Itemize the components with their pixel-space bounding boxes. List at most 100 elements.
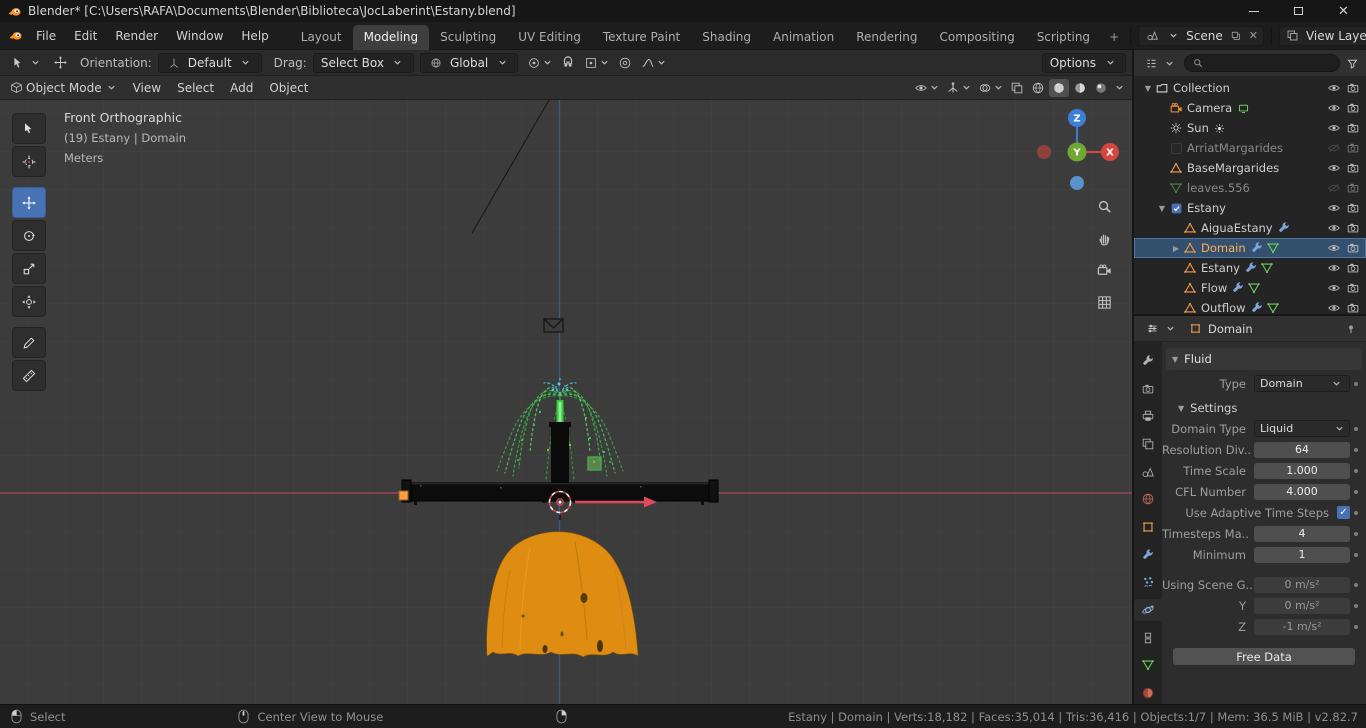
add-workspace-button[interactable]: + <box>1101 25 1127 50</box>
drag-dropdown[interactable]: Select Box <box>312 52 414 73</box>
xray-toggle[interactable] <box>1007 79 1027 97</box>
3d-viewport[interactable]: Front Orthographic (19) Estany | Domain … <box>0 100 1132 704</box>
camera-render-icon[interactable] <box>1345 200 1361 216</box>
navigation-gizmo[interactable]: Z Y X <box>1030 106 1126 202</box>
outliner-editor-dropdown[interactable] <box>1140 53 1180 73</box>
use-adaptive-time-steps-checkbox[interactable]: ✓ <box>1337 506 1350 519</box>
eye-icon[interactable] <box>1326 160 1342 176</box>
animate-dot[interactable] <box>1350 427 1362 431</box>
mode-dropdown[interactable]: Object Mode <box>5 78 123 98</box>
properties-tab-tool[interactable] <box>1135 350 1161 372</box>
properties-tab-modifiers[interactable] <box>1135 544 1161 566</box>
camera-render-icon[interactable] <box>1345 160 1361 176</box>
shading-material-toggle[interactable] <box>1070 79 1090 97</box>
viewport-menu-view[interactable]: View <box>125 78 169 98</box>
workspace-tab-texture-paint[interactable]: Texture Paint <box>592 25 691 50</box>
eye-icon[interactable] <box>1326 200 1342 216</box>
animate-dot[interactable] <box>1350 532 1362 536</box>
outliner-row-sun[interactable]: Sun <box>1134 118 1366 138</box>
animate-dot[interactable] <box>1350 583 1362 587</box>
transform-space-dropdown[interactable]: Global <box>419 52 519 73</box>
shading-rendered-toggle[interactable] <box>1091 79 1111 97</box>
snap-magnet-button[interactable] <box>558 54 578 72</box>
checkbox-checked-icon[interactable] <box>1168 200 1184 216</box>
camera-view-button[interactable] <box>1090 256 1118 284</box>
animate-dot[interactable] <box>1350 469 1362 473</box>
workspace-tab-sculpting[interactable]: Sculpting <box>429 25 507 50</box>
properties-tab-object-data[interactable] <box>1135 655 1161 677</box>
resolution-div-field[interactable]: 64 <box>1254 441 1350 458</box>
visibility-toggle[interactable] <box>911 79 942 97</box>
tool-scale-button[interactable] <box>12 253 46 284</box>
tool-cursor-button[interactable] <box>12 146 46 177</box>
minimize-button[interactable] <box>1231 0 1276 22</box>
properties-tab-material[interactable] <box>1135 682 1161 704</box>
properties-tab-render[interactable] <box>1135 378 1161 400</box>
selection-handle[interactable] <box>398 490 409 501</box>
fountain-pedestal[interactable] <box>551 424 569 486</box>
workspace-tab-scripting[interactable]: Scripting <box>1026 25 1101 50</box>
zoom-button[interactable] <box>1090 192 1118 220</box>
editor-type-dropdown[interactable] <box>6 53 46 73</box>
eye-icon[interactable] <box>1326 80 1342 96</box>
outliner-row-domain[interactable]: ▶ Domain <box>1134 238 1366 258</box>
properties-tab-scene[interactable] <box>1135 461 1161 483</box>
workspace-tab-animation[interactable]: Animation <box>762 25 845 50</box>
outliner-row-flow[interactable]: Flow <box>1134 278 1366 298</box>
eye-icon[interactable] <box>1326 280 1342 296</box>
free-data-button[interactable]: Free Data <box>1172 647 1356 666</box>
workspace-tab-rendering[interactable]: Rendering <box>845 25 928 50</box>
animate-dot[interactable] <box>1350 625 1362 629</box>
disclosure-icon[interactable]: ▼ <box>1142 84 1154 93</box>
outliner-row-basemargarides[interactable]: BaseMargarides <box>1134 158 1366 178</box>
maximize-button[interactable] <box>1276 0 1321 22</box>
menu-render[interactable]: Render <box>106 25 167 47</box>
disclosure-icon[interactable]: ▶ <box>1170 244 1182 253</box>
animate-dot[interactable] <box>1350 604 1362 608</box>
filter-icon[interactable] <box>1344 55 1360 71</box>
workspace-tab-modeling[interactable]: Modeling <box>352 24 430 50</box>
eye-icon[interactable] <box>1326 120 1342 136</box>
eye-icon[interactable] <box>1326 240 1342 256</box>
eye-off-icon[interactable] <box>1326 140 1342 156</box>
camera-render-icon[interactable] <box>1345 300 1361 314</box>
properties-tab-view-layer[interactable] <box>1135 433 1161 455</box>
camera-object-glyph[interactable] <box>543 318 564 333</box>
outliner-row-aiguaestany[interactable]: AiguaEstany <box>1134 218 1366 238</box>
workspace-tab-layout[interactable]: Layout <box>290 25 353 50</box>
camera-render-icon[interactable] <box>1345 280 1361 296</box>
outliner-row-camera[interactable]: Camera <box>1134 98 1366 118</box>
overlays-toggle[interactable] <box>975 79 1006 97</box>
tool-annotate-button[interactable] <box>12 327 46 358</box>
viewport-menu-add[interactable]: Add <box>222 78 261 98</box>
properties-tab-object[interactable] <box>1135 516 1161 538</box>
outliner-row-collection[interactable]: ▼ Collection <box>1134 78 1366 98</box>
outliner-row-outflow[interactable]: Outflow <box>1134 298 1366 314</box>
close-button[interactable]: ✕ <box>1321 0 1366 22</box>
proportional-editing-button[interactable] <box>615 54 635 72</box>
settings-panel-header[interactable]: ▼ Settings <box>1162 398 1366 418</box>
disclosure-icon[interactable]: ▼ <box>1156 204 1168 213</box>
eye-icon[interactable] <box>1326 300 1342 314</box>
menu-edit[interactable]: Edit <box>65 25 106 47</box>
camera-render-icon[interactable] <box>1345 80 1361 96</box>
gizmos-toggle[interactable] <box>943 79 974 97</box>
menu-window[interactable]: Window <box>167 25 232 47</box>
animate-dot[interactable] <box>1350 448 1362 452</box>
eye-icon[interactable] <box>1326 260 1342 276</box>
animate-dot[interactable] <box>1350 490 1362 494</box>
minimum-field[interactable]: 1 <box>1254 546 1350 563</box>
properties-editor-dropdown[interactable] <box>1141 319 1181 339</box>
menu-help[interactable]: Help <box>232 25 277 47</box>
outliner-row-leaves-556[interactable]: leaves.556 <box>1134 178 1366 198</box>
pivot-point-button[interactable] <box>524 54 555 72</box>
toggle-ortho-button[interactable] <box>1090 288 1118 316</box>
new-scene-icon[interactable] <box>1228 28 1244 44</box>
shading-wireframe-toggle[interactable] <box>1028 79 1048 97</box>
gizmo-negz-ball[interactable] <box>1070 176 1084 190</box>
animate-dot[interactable] <box>1350 511 1362 515</box>
options-dropdown[interactable]: Options <box>1041 52 1126 73</box>
outliner-search-input[interactable] <box>1184 54 1340 72</box>
cfl-number-field[interactable]: 4.000 <box>1254 483 1350 500</box>
tool-select-box-button[interactable] <box>12 113 46 144</box>
